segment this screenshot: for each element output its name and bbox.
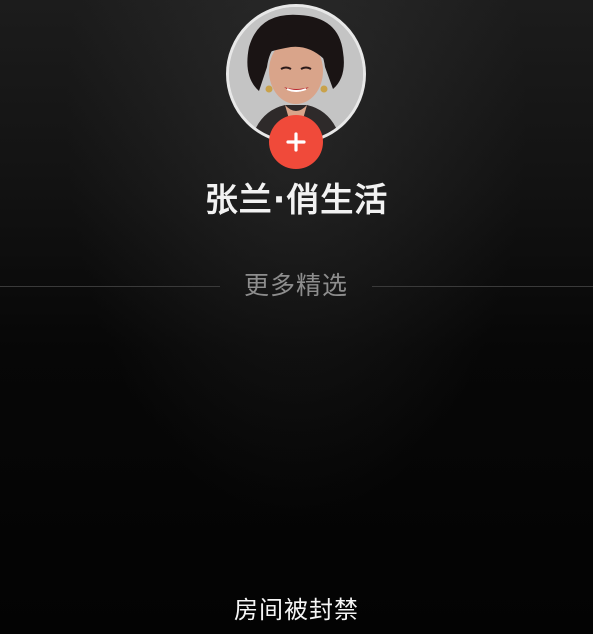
streamer-name[interactable]: 张兰·俏生活: [0, 176, 593, 224]
more-picks-divider: 更多精选: [0, 268, 593, 304]
plus-icon: [286, 132, 306, 152]
follow-button[interactable]: [269, 115, 323, 169]
room-banned-message: 房间被封禁: [234, 596, 359, 624]
more-picks-label[interactable]: 更多精选: [220, 268, 372, 304]
live-room-screen: 张兰·俏生活 更多精选 房间被封禁: [0, 0, 593, 634]
profile-avatar-group: [226, 4, 366, 169]
divider-line-right: [372, 286, 593, 287]
divider-line-left: [0, 286, 220, 287]
